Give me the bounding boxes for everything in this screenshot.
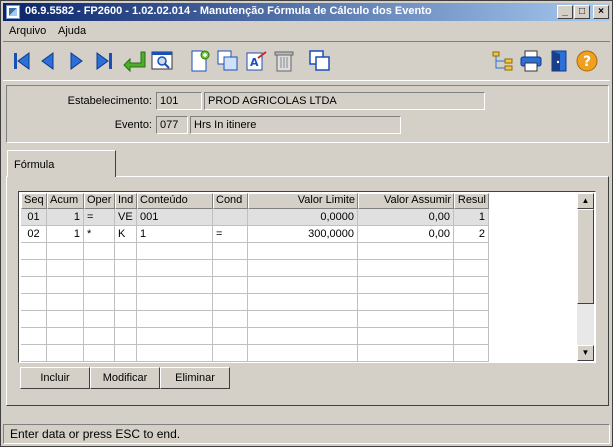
establishment-code-field[interactable]: 101 [156, 92, 202, 110]
cell-valor-assumir[interactable]: 0,00 [358, 209, 454, 226]
goto-icon[interactable] [121, 48, 147, 74]
remove-button[interactable]: Eliminar [160, 367, 230, 389]
event-code-field[interactable]: 077 [156, 116, 188, 134]
status-bar: Enter data or press ESC to end. [3, 424, 610, 444]
svg-text:?: ? [583, 54, 591, 70]
cell-valor-limite[interactable]: 0,0000 [248, 209, 358, 226]
exit-icon[interactable] [546, 48, 572, 74]
close-button[interactable]: × [593, 5, 609, 19]
first-record-icon[interactable] [9, 48, 35, 74]
previous-record-icon[interactable] [35, 48, 61, 74]
establishment-label: Estabelecimento: [67, 95, 152, 107]
zoom-icon[interactable] [149, 48, 175, 74]
duplicate-icon[interactable] [307, 48, 333, 74]
cell-conteudo[interactable]: 001 [137, 209, 213, 226]
tree-icon[interactable] [490, 48, 516, 74]
maximize-button[interactable]: □ [574, 5, 590, 19]
cell-acum[interactable]: 1 [47, 209, 84, 226]
cell-acum[interactable]: 1 [47, 226, 84, 243]
cell-cond[interactable] [213, 209, 248, 226]
cell-seq[interactable]: 02 [21, 226, 47, 243]
event-name-field[interactable]: Hrs In itinere [190, 116, 401, 134]
column-header-cond[interactable]: Cond [213, 193, 248, 209]
vertical-scrollbar[interactable]: ▲ ▼ [577, 193, 594, 361]
cell-valor-limite[interactable]: 300,0000 [248, 226, 358, 243]
menu-bar: Arquivo Ajuda [3, 22, 610, 41]
cell-valor-assumir[interactable]: 0,00 [358, 226, 454, 243]
status-text: Enter data or press ESC to end. [10, 427, 181, 441]
column-header-valor-limite[interactable]: Valor Limite [248, 193, 358, 209]
cell-ind[interactable]: VE [115, 209, 137, 226]
menu-arquivo[interactable]: Arquivo [9, 25, 46, 37]
app-icon [6, 5, 20, 19]
scroll-up-icon[interactable]: ▲ [577, 193, 594, 209]
column-header-seq[interactable]: Seq [21, 193, 47, 209]
column-header-acum[interactable]: Acum [47, 193, 84, 209]
column-header-conteudo[interactable]: Conteúdo [137, 193, 213, 209]
column-header-oper[interactable]: Oper [84, 193, 115, 209]
svg-text:A: A [250, 56, 259, 69]
column-header-ind[interactable]: Ind [115, 193, 137, 209]
scroll-down-icon[interactable]: ▼ [577, 345, 594, 361]
new-document-icon[interactable] [187, 48, 213, 74]
cell-conteudo[interactable]: 1 [137, 226, 213, 243]
tab-formula-label: Fórmula [14, 159, 55, 171]
cell-seq[interactable]: 01 [21, 209, 47, 226]
formula-grid[interactable]: Seq Acum Oper Ind Conteúdo Cond Valor Li… [18, 191, 596, 363]
next-record-icon[interactable] [63, 48, 89, 74]
cell-oper[interactable]: * [84, 226, 115, 243]
cell-resul[interactable]: 2 [454, 226, 489, 243]
cell-cond[interactable]: = [213, 226, 248, 243]
scroll-thumb[interactable] [577, 209, 594, 304]
print-icon[interactable] [518, 48, 544, 74]
cell-oper[interactable]: = [84, 209, 115, 226]
cell-ind[interactable]: K [115, 226, 137, 243]
column-header-valor-assumir[interactable]: Valor Assumir [358, 193, 454, 209]
copy-icon[interactable] [215, 48, 241, 74]
establishment-name-field[interactable]: PROD AGRICOLAS LTDA [204, 92, 485, 110]
toolbar: A ? [3, 41, 610, 81]
help-icon[interactable]: ? [574, 48, 600, 74]
event-label: Evento: [114, 119, 152, 131]
column-header-resul[interactable]: Resul [454, 193, 489, 209]
edit-icon[interactable]: A [243, 48, 269, 74]
title-bar[interactable]: 06.9.5582 - FP2600 - 1.02.02.014 - Manut… [3, 3, 610, 21]
minimize-button[interactable]: _ [557, 5, 573, 19]
delete-icon[interactable] [271, 48, 297, 74]
application-window: 06.9.5582 - FP2600 - 1.02.02.014 - Manut… [0, 0, 613, 447]
menu-ajuda[interactable]: Ajuda [58, 25, 86, 37]
tab-formula[interactable]: Fórmula [7, 150, 116, 177]
window-title: 06.9.5582 - FP2600 - 1.02.02.014 - Manut… [25, 5, 432, 17]
include-button[interactable]: Incluir [20, 367, 90, 389]
cell-resul[interactable]: 1 [454, 209, 489, 226]
last-record-icon[interactable] [91, 48, 117, 74]
modify-button[interactable]: Modificar [90, 367, 160, 389]
